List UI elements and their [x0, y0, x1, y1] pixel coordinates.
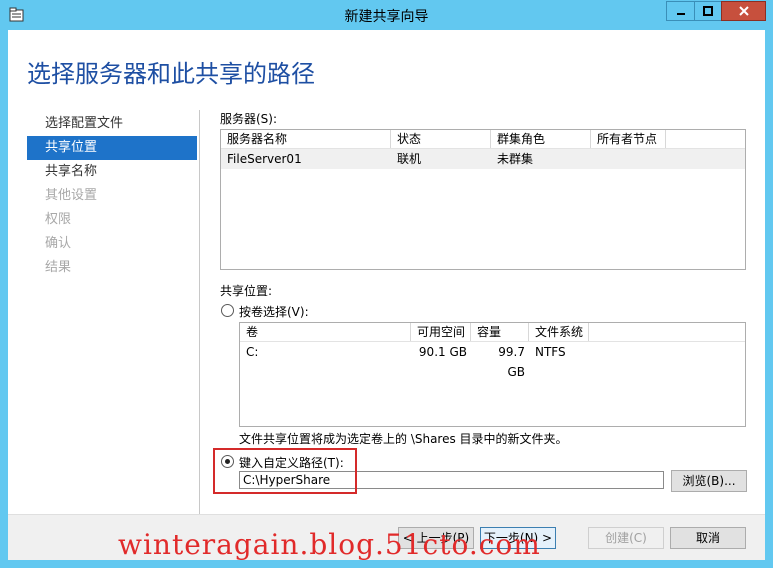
nav-item-select-profile[interactable]: 选择配置文件 [27, 112, 197, 136]
close-icon [738, 6, 749, 16]
table-row[interactable]: FileServer01 联机 未群集 [221, 149, 745, 169]
column-header-cluster-role[interactable]: 群集角色 [491, 130, 591, 148]
cell-cluster-role: 未群集 [497, 152, 534, 166]
share-location-label: 共享位置: [220, 284, 273, 298]
nav-item-confirm: 确认 [45, 236, 72, 251]
cancel-button[interactable]: 取消 [670, 527, 746, 549]
nav-item-permissions: 权限 [45, 212, 72, 227]
volume-list[interactable]: 卷 可用空间 容量 文件系统 C: 90.1 GB 99.7 GB NTFS [239, 322, 746, 427]
servers-label: 服务器(S): [220, 112, 278, 126]
volume-header: 卷 可用空间 容量 文件系统 [240, 323, 745, 342]
servers-list[interactable]: 服务器名称 状态 群集角色 所有者节点 FileServer01 联机 未群集 [220, 129, 746, 270]
title-bar[interactable]: 新建共享向导 [0, 0, 773, 30]
create-button: 创建(C) [588, 527, 664, 549]
browse-button[interactable]: 浏览(B)... [671, 470, 747, 492]
wizard-content: 选择服务器和此共享的路径 选择配置文件 共享位置 共享名称 其他设置 权限 确认… [8, 30, 765, 560]
column-header-volume[interactable]: 卷 [240, 323, 411, 341]
cell-status: 联机 [397, 152, 422, 166]
nav-divider [199, 110, 200, 515]
by-volume-label[interactable]: 按卷选择(V): [239, 303, 309, 320]
column-header-owner-node[interactable]: 所有者节点 [591, 130, 666, 148]
shares-note: 文件共享位置将成为选定卷上的 \Shares 目录中的新文件夹。 [239, 432, 568, 446]
close-button[interactable] [721, 1, 766, 21]
column-header-server-name[interactable]: 服务器名称 [221, 130, 391, 148]
cell-file-system: NTFS [535, 345, 566, 359]
cell-server-name: FileServer01 [227, 152, 302, 166]
nav-item-other-settings: 其他设置 [45, 188, 98, 203]
nav-item-share-name[interactable]: 共享名称 [27, 160, 197, 184]
wizard-window: 新建共享向导 选择服务器和此共享的路径 选择配置文件 共享位置 共享名称 其他设… [0, 0, 773, 568]
minimize-icon [676, 13, 685, 15]
nav-item-results: 结果 [45, 260, 72, 275]
column-header-capacity[interactable]: 容量 [471, 323, 529, 341]
maximize-icon [703, 6, 713, 16]
nav-item-share-location[interactable]: 共享位置 [27, 136, 197, 160]
table-row[interactable]: C: 90.1 GB 99.7 GB NTFS [240, 342, 745, 379]
window-title: 新建共享向导 [344, 9, 429, 25]
column-header-free-space[interactable]: 可用空间 [411, 323, 471, 341]
radio-by-volume[interactable] [221, 304, 234, 317]
maximize-button[interactable] [694, 1, 721, 21]
cell-volume: C: [246, 345, 259, 359]
cell-free-space: 90.1 GB [418, 345, 467, 359]
cell-owner-node [591, 149, 666, 169]
column-header-file-system[interactable]: 文件系统 [529, 323, 589, 341]
cell-capacity: 99.7 GB [498, 345, 525, 379]
column-header-status[interactable]: 状态 [391, 130, 491, 148]
servers-header: 服务器名称 状态 群集角色 所有者节点 [221, 130, 745, 149]
watermark-text: winteragain.blog.51cto.com [118, 528, 541, 561]
annotation-highlight-box [213, 448, 357, 494]
wizard-nav: 选择配置文件 共享位置 共享名称 其他设置 权限 确认 结果 [27, 112, 197, 280]
page-title: 选择服务器和此共享的路径 [27, 60, 315, 88]
minimize-button[interactable] [666, 1, 694, 21]
